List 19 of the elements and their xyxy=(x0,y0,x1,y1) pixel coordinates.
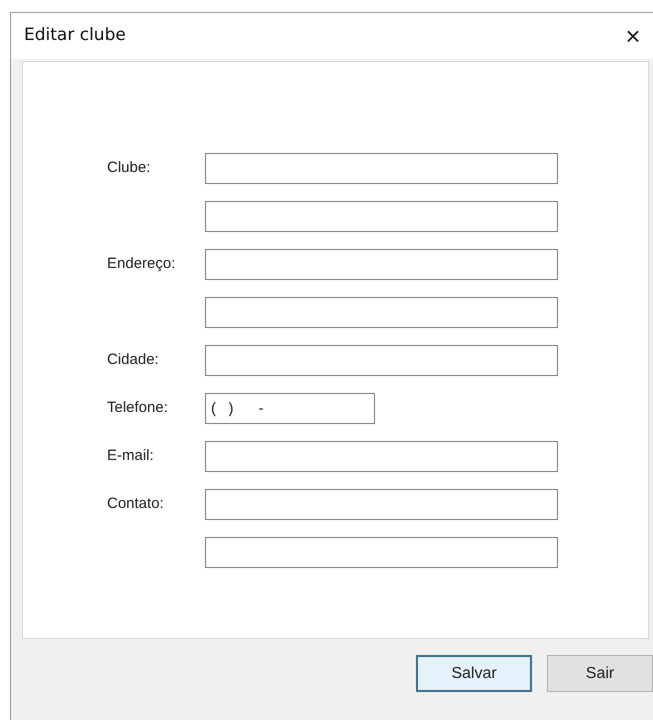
field-label: Clube: xyxy=(107,159,150,176)
text-field[interactable] xyxy=(205,489,558,520)
field-label: Cidade: xyxy=(107,351,159,368)
field-label: Endereço: xyxy=(107,255,176,272)
dialog-button[interactable]: Sair xyxy=(547,655,653,692)
text-field[interactable] xyxy=(205,201,558,232)
text-field[interactable] xyxy=(205,441,558,472)
text-field[interactable] xyxy=(205,537,558,568)
text-field[interactable] xyxy=(205,345,558,376)
close-button[interactable]: × xyxy=(621,23,645,49)
text-field[interactable] xyxy=(205,153,558,184)
field-label: Telefone: xyxy=(107,399,168,416)
text-field[interactable]: ( ) - xyxy=(205,393,375,424)
field-label: E-mail: xyxy=(107,447,154,464)
text-field[interactable] xyxy=(205,249,558,280)
window-title: Editar clube xyxy=(24,24,126,48)
text-field[interactable] xyxy=(205,297,558,328)
field-label: Contato: xyxy=(107,495,164,512)
dialog-button[interactable]: Salvar xyxy=(416,655,532,692)
